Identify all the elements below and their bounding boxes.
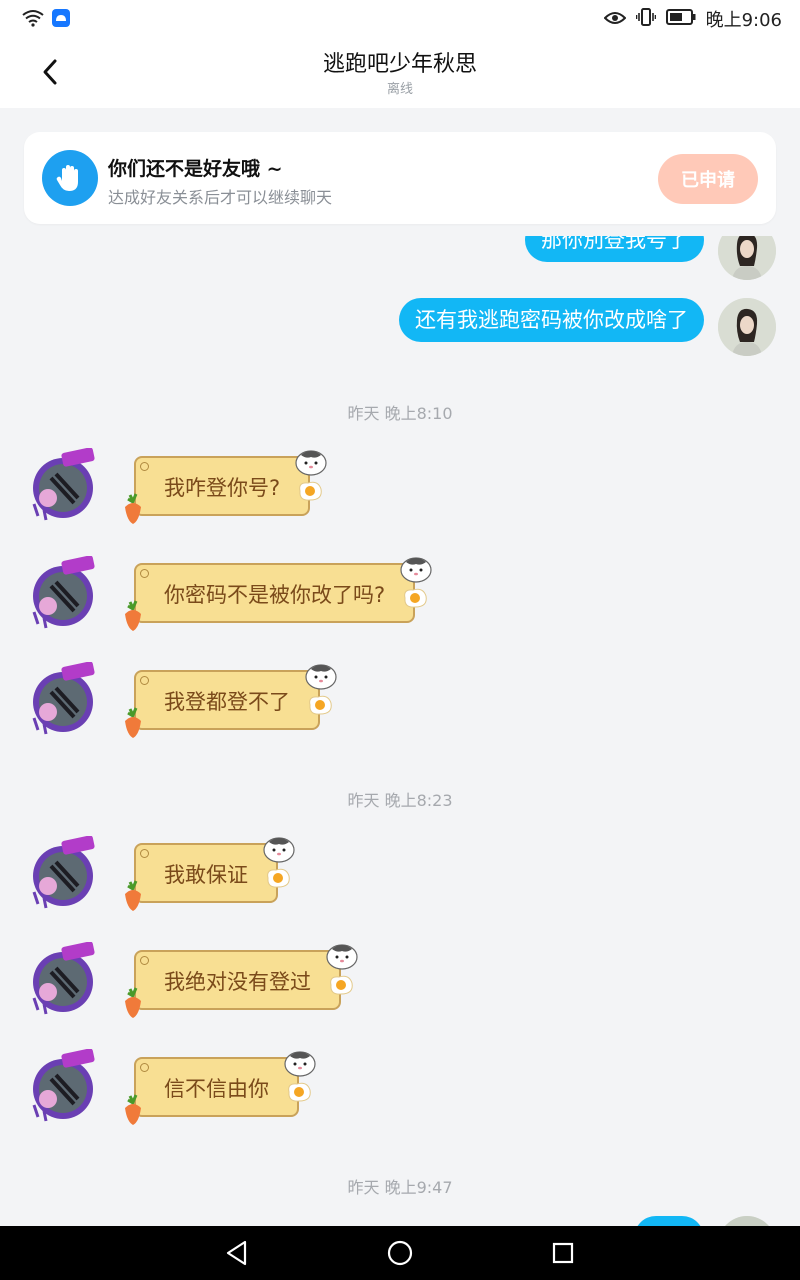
vibrate-icon [635, 7, 656, 31]
contact-avatar[interactable] [26, 1048, 100, 1123]
contact-message-text: 我登都登不了 [164, 690, 290, 714]
contact-avatar[interactable] [26, 555, 100, 630]
contact-message-bubble[interactable]: 你密码不是被你改了吗? [125, 557, 432, 631]
my-message-bubble[interactable] [634, 1216, 704, 1226]
carrot-icon [122, 595, 144, 655]
egg-icon [327, 960, 355, 1020]
pin-decoration [140, 1063, 149, 1072]
square-recents-icon [552, 1242, 574, 1264]
my-message-bubble[interactable]: 还有我逃跑密码被你改成啥了 [399, 298, 704, 342]
contact-avatar[interactable] [26, 835, 100, 910]
contact-message-bubble[interactable]: 我登都登不了 [125, 664, 337, 738]
recents-nav-button[interactable] [548, 1238, 578, 1268]
message-timestamp: 昨天 晚上8:23 [347, 791, 453, 810]
contact-message-bubble[interactable]: 信不信由你 [125, 1051, 316, 1125]
egg-icon [401, 573, 429, 633]
system-nav-bar [0, 1226, 800, 1280]
egg-icon [285, 1067, 313, 1127]
hand-wave-icon [42, 150, 98, 206]
contact-message-text: 你密码不是被你改了吗? [164, 583, 386, 607]
carrot-icon [122, 982, 144, 1042]
my-avatar[interactable] [718, 236, 776, 280]
contact-avatar[interactable] [26, 661, 100, 736]
contact-status: 离线 [386, 82, 413, 97]
egg-icon [264, 853, 292, 913]
carrot-icon [122, 1089, 144, 1149]
back-nav-button[interactable] [222, 1238, 252, 1268]
pin-decoration [140, 956, 149, 965]
carrot-icon [122, 702, 144, 762]
contact-avatar[interactable] [26, 941, 100, 1016]
pin-decoration [140, 849, 149, 858]
message-timestamp: 昨天 晚上8:10 [347, 404, 453, 423]
not-friends-card: 你们还不是好友哦 ~ 达成好友关系后才可以继续聊天 已申请 [24, 132, 776, 224]
triangle-back-icon [226, 1240, 247, 1266]
message-timestamp: 昨天 晚上9:47 [347, 1178, 453, 1197]
wifi-icon [22, 9, 44, 31]
contact-message-bubble[interactable]: 我绝对没有登过 [125, 944, 358, 1018]
circle-home-icon [387, 1240, 413, 1266]
contact-message-bubble[interactable]: 我咋登你号? [125, 450, 327, 524]
contact-message-text: 我咋登你号? [164, 476, 281, 500]
applied-button[interactable]: 已申请 [658, 154, 758, 204]
contact-message-bubble[interactable]: 我敢保证 [125, 837, 295, 911]
contact-avatar[interactable] [26, 447, 100, 522]
egg-icon [296, 466, 324, 526]
pin-decoration [140, 569, 149, 578]
carrot-icon [122, 875, 144, 935]
my-message-bubble[interactable]: 那你別登我号了 [525, 236, 704, 262]
chat-header: 逃跑吧少年秋思 离线 [0, 36, 800, 108]
contact-name: 逃跑吧少年秋思 [322, 52, 477, 77]
friend-card-title: 你们还不是好友哦 ~ [108, 158, 283, 180]
battery-icon [665, 8, 696, 30]
friend-card-subtitle: 达成好友关系后才可以继续聊天 [108, 188, 333, 207]
contact-message-text: 我绝对没有登过 [164, 970, 311, 994]
app-notification-icon [52, 9, 70, 31]
status-bar: 晚上9:06 [0, 0, 800, 36]
contact-message-text: 信不信由你 [164, 1077, 269, 1101]
pin-decoration [140, 462, 149, 471]
my-avatar[interactable] [718, 298, 776, 356]
home-nav-button[interactable] [385, 1238, 415, 1268]
eye-icon [603, 9, 626, 30]
egg-icon [306, 680, 334, 740]
my-avatar[interactable] [718, 1216, 776, 1226]
pin-decoration [140, 676, 149, 685]
clock-time: 晚上9:06 [705, 10, 782, 31]
contact-message-text: 我敢保证 [164, 863, 248, 887]
chat-message-list[interactable]: 那你別登我号了 还有我逃跑密码被你改成啥了 昨天 晚上8:10 我咋登你号? 你… [0, 236, 800, 1226]
carrot-icon [122, 488, 144, 548]
